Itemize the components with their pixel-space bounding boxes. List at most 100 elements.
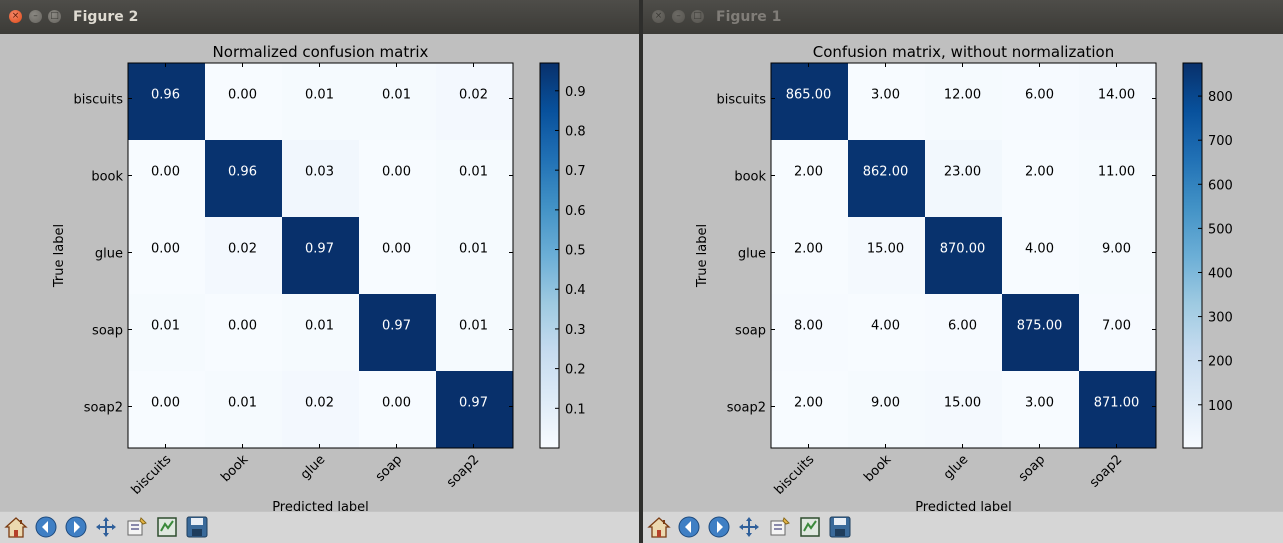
configure-subplots-icon — [155, 515, 179, 543]
back-button[interactable] — [33, 516, 59, 542]
forward-button[interactable] — [706, 516, 732, 542]
x-tick-label: soap — [1016, 452, 1048, 484]
pan-button[interactable] — [93, 516, 119, 542]
save-icon — [828, 515, 852, 543]
x-tick-label: book — [218, 452, 251, 485]
colorbar — [1182, 62, 1203, 449]
cell-value-label: 875.00 — [1017, 319, 1063, 334]
titlebar[interactable]: × – □ Figure 2 — [0, 0, 639, 34]
cell-value-label: 9.00 — [1102, 242, 1131, 257]
cell-value-label: 0.00 — [151, 242, 180, 257]
cell-value-label: 6.00 — [948, 319, 977, 334]
forward-icon — [707, 515, 731, 543]
configure-subplots-icon — [798, 515, 822, 543]
y-axis-label: True label — [695, 224, 710, 288]
maximize-icon[interactable]: □ — [48, 10, 61, 23]
cell-value-label: 2.00 — [794, 242, 823, 257]
cell-value-label: 0.02 — [459, 88, 488, 103]
cell-value-label: 0.01 — [459, 242, 488, 257]
cell-value-label: 2.00 — [794, 396, 823, 411]
cell-value-label: 0.96 — [228, 165, 257, 180]
home-button[interactable] — [646, 516, 672, 542]
cell-value-label: 8.00 — [794, 319, 823, 334]
minimize-icon[interactable]: – — [672, 10, 685, 23]
save-button[interactable] — [184, 516, 210, 542]
x-axis-label: Predicted label — [272, 500, 369, 511]
pan-icon — [94, 515, 118, 543]
cell-value-label: 0.00 — [151, 396, 180, 411]
close-icon[interactable]: × — [652, 10, 665, 23]
back-button[interactable] — [676, 516, 702, 542]
figure-window-2: × – □ Figure 2 Normalized confusion matr… — [0, 0, 639, 543]
y-tick-label: biscuits — [716, 93, 766, 108]
zoom-button[interactable] — [767, 516, 793, 542]
y-tick-label: soap2 — [84, 401, 123, 416]
x-tick-label: biscuits — [772, 452, 818, 498]
colorbar-tick-label: 0.9 — [565, 85, 586, 100]
y-tick-label: soap2 — [727, 401, 766, 416]
pan-icon — [737, 515, 761, 543]
configure-subplots-button[interactable] — [154, 516, 180, 542]
cell-value-label: 871.00 — [1094, 396, 1140, 411]
colorbar-tick-label: 0.2 — [565, 363, 586, 378]
x-axis-label: Predicted label — [915, 500, 1012, 511]
cell-value-label: 0.96 — [151, 88, 180, 103]
x-tick-label: soap2 — [1087, 452, 1125, 490]
zoom-icon — [125, 515, 149, 543]
configure-subplots-button[interactable] — [797, 516, 823, 542]
cell-value-label: 0.01 — [459, 319, 488, 334]
x-tick-label: glue — [941, 452, 971, 482]
close-icon[interactable]: × — [9, 10, 22, 23]
titlebar[interactable]: × – □ Figure 1 — [643, 0, 1283, 34]
colorbar-tick-label: 800 — [1208, 90, 1233, 105]
cell-value-label: 4.00 — [871, 319, 900, 334]
forward-icon — [64, 515, 88, 543]
cell-value-label: 0.01 — [382, 88, 411, 103]
cell-value-label: 0.02 — [228, 242, 257, 257]
cell-value-label: 0.03 — [305, 165, 334, 180]
y-tick-label: book — [91, 170, 123, 185]
forward-button[interactable] — [63, 516, 89, 542]
cell-value-label: 0.97 — [459, 396, 488, 411]
pan-button[interactable] — [736, 516, 762, 542]
home-icon — [647, 515, 671, 543]
colorbar-tick-label: 600 — [1208, 178, 1233, 193]
home-button[interactable] — [3, 516, 29, 542]
cell-value-label: 0.01 — [151, 319, 180, 334]
cell-value-label: 12.00 — [944, 88, 981, 103]
back-icon — [677, 515, 701, 543]
save-button[interactable] — [827, 516, 853, 542]
window-title: Figure 2 — [73, 9, 139, 25]
cell-value-label: 0.00 — [151, 165, 180, 180]
colorbar-tick-label: 0.8 — [565, 124, 586, 139]
cell-value-label: 3.00 — [871, 88, 900, 103]
figure-canvas[interactable]: Confusion matrix, without normalization 8… — [643, 34, 1283, 511]
figure-canvas[interactable]: Normalized confusion matrix 0.96 0.00 0.01 0… — [0, 34, 639, 511]
home-icon — [4, 515, 28, 543]
colorbar-tick-label: 700 — [1208, 134, 1233, 149]
maximize-icon[interactable]: □ — [691, 10, 704, 23]
navigation-toolbar — [0, 511, 639, 543]
cell-value-label: 870.00 — [940, 242, 986, 257]
colorbar-tick-label: 300 — [1208, 311, 1233, 326]
colorbar-tick-label: 0.5 — [565, 244, 586, 259]
cell-value-label: 0.00 — [382, 165, 411, 180]
minimize-icon[interactable]: – — [29, 10, 42, 23]
cell-value-label: 0.00 — [228, 88, 257, 103]
cell-value-label: 15.00 — [944, 396, 981, 411]
cell-value-label: 2.00 — [794, 165, 823, 180]
x-tick-label: soap2 — [444, 452, 482, 490]
colorbar-tick-label: 400 — [1208, 266, 1233, 281]
window-title: Figure 1 — [716, 9, 782, 25]
cell-value-label: 0.00 — [382, 242, 411, 257]
colorbar-tick-label: 0.7 — [565, 164, 586, 179]
zoom-button[interactable] — [124, 516, 150, 542]
colorbar-tick-label: 0.6 — [565, 204, 586, 219]
colorbar-tick-label: 500 — [1208, 222, 1233, 237]
chart-title: Normalized confusion matrix — [213, 43, 429, 61]
x-tick-label: biscuits — [129, 452, 175, 498]
back-icon — [34, 515, 58, 543]
x-tick-label: soap — [373, 452, 405, 484]
cell-value-label: 0.01 — [228, 396, 257, 411]
figure-window-1: × – □ Figure 1 Confusion matrix, without… — [643, 0, 1283, 543]
